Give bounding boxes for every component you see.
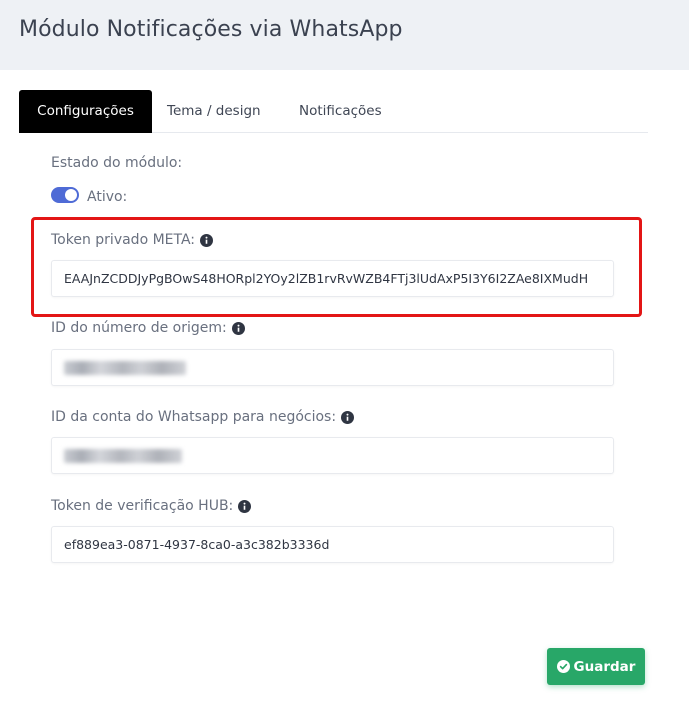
redacted-value <box>64 449 182 463</box>
hub-verify-token-label-text: Token de verificação HUB: <box>51 498 234 514</box>
tab-tema-design[interactable]: Tema / design <box>167 90 261 133</box>
origin-number-id-label: ID do número de origem: <box>51 320 245 336</box>
save-button-label: Guardar <box>573 658 636 675</box>
hub-verify-token-input[interactable]: ef889ea3-0871-4937-8ca0-a3c382b3336d <box>51 526 614 563</box>
save-button[interactable]: Guardar <box>547 648 645 685</box>
tab-notificacoes[interactable]: Notificações <box>299 90 382 133</box>
page-header: Módulo Notificações via WhatsApp <box>0 0 689 70</box>
module-state-label: Estado do módulo: <box>51 155 182 171</box>
origin-number-id-input[interactable] <box>51 349 614 386</box>
info-icon[interactable] <box>341 410 355 424</box>
info-icon[interactable] <box>200 233 214 247</box>
page-title: Módulo Notificações via WhatsApp <box>19 17 403 42</box>
business-account-id-input[interactable] <box>51 437 614 474</box>
check-circle-icon <box>556 660 570 673</box>
toggle-knob <box>65 189 77 201</box>
tab-bar: Configurações Tema / design Notificações <box>19 90 648 133</box>
tab-configuracoes[interactable]: Configurações <box>19 90 152 133</box>
meta-token-label: Token privado META: <box>51 232 214 248</box>
module-state-label-text: Estado do módulo: <box>51 155 183 171</box>
hub-verify-token-label: Token de verificação HUB: <box>51 498 252 514</box>
business-account-id-label-text: ID da conta do Whatsapp para negócios: <box>51 409 337 425</box>
meta-token-label-text: Token privado META: <box>51 232 196 248</box>
business-account-id-label: ID da conta do Whatsapp para negócios: <box>51 409 355 425</box>
info-icon[interactable] <box>238 499 252 513</box>
toggle-label: Ativo: <box>87 189 128 205</box>
info-icon[interactable] <box>231 321 245 335</box>
redacted-value <box>64 361 186 375</box>
origin-number-id-label-text: ID do número de origem: <box>51 320 227 336</box>
module-active-toggle[interactable] <box>51 187 79 203</box>
meta-token-input[interactable]: EAAJnZCDDJyPgBOwS48HORpl2YOy2lZB1rvRvWZB… <box>51 260 614 297</box>
